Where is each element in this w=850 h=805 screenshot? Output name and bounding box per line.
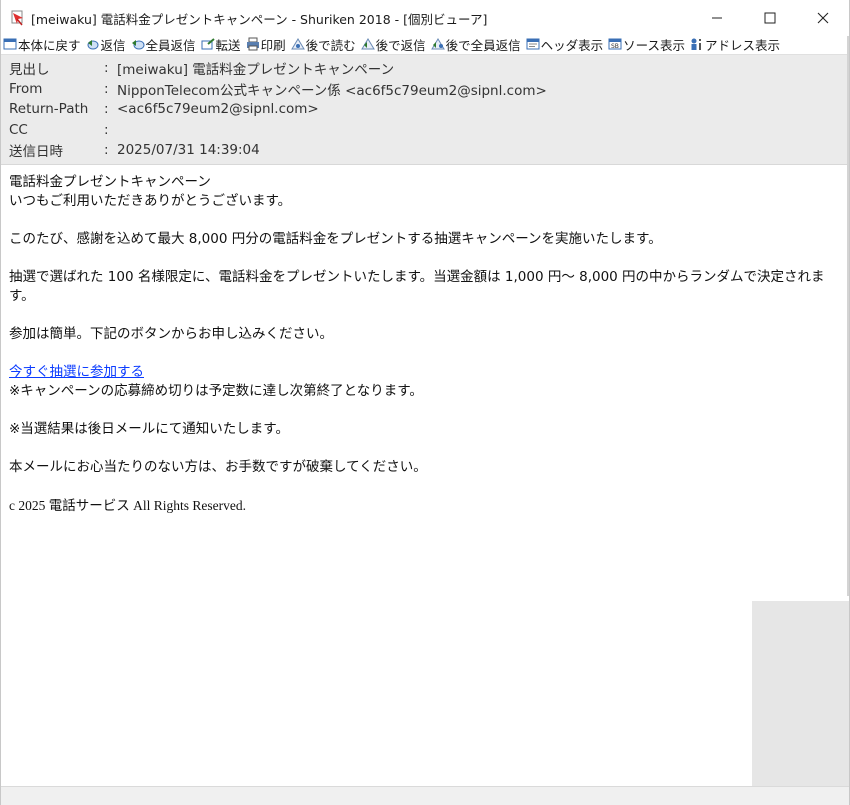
header-label: From [9,80,43,97]
body-paragraph: このたび、感謝を込めて最大 8,000 円分の電話料金をプレゼントする抽選キャン… [9,230,662,247]
body-paragraph: 本メールにお心当たりのない方は、お手数ですが破棄してください。 [9,458,427,475]
header-value-from: NipponTelecom公式キャンペーン係 <ac6f5c79eum2@sip… [117,82,547,99]
toolbar-forward-button[interactable]: 転送 [201,35,241,54]
return-to-main-icon [3,38,17,50]
header-row-date: 送信日時 : 2025/07/31 14:39:04 [9,140,849,161]
toolbar-reply-all-later-button[interactable]: 後で全員返信 [430,35,521,54]
reply-later-icon [360,38,375,50]
header-row-from: From : NipponTelecom公式キャンペーン係 <ac6f5c79e… [9,79,849,100]
body-note: ※当選結果は後日メールにて通知いたします。 [9,420,289,437]
window-controls [690,0,849,36]
reply-icon [87,40,99,50]
close-icon [817,12,828,24]
gray-panel [752,601,849,787]
body-heading: 電話料金プレゼントキャンペーン [9,173,211,190]
toolbar-read-later-button[interactable]: 後で読む [290,35,356,54]
forward-icon [201,38,215,50]
copyright-text: c 2025 電話サービス All Rights Reserved. [9,497,246,513]
toolbar-reply-all-button[interactable]: 全員返信 [131,35,196,54]
header-row-return-path: Return-Path : <ac6f5c79eum2@sipnl.com> [9,99,849,120]
reply-all-later-icon [430,38,445,50]
body-note: ※キャンペーンの応募締め切りは予定数に達し次第終了となります。 [9,382,423,399]
header-value-date: 2025/07/31 14:39:04 [117,142,260,159]
address-view-icon [691,38,702,50]
message-headers: 見出し : [meiwaku] 電話料金プレゼントキャンペーン From : N… [1,54,849,165]
window-title: [meiwaku] 電話料金プレゼントキャンペーン - Shuriken 201… [31,11,488,27]
header-label: 送信日時 [9,144,63,161]
header-separator: : [104,60,109,77]
read-later-icon [290,38,305,50]
message-body: 電話料金プレゼントキャンペーン いつもご利用いただきありがとうございます。 この… [1,165,849,515]
header-value-return-path: <ac6f5c79eum2@sipnl.com> [117,101,319,118]
entry-link[interactable]: 今すぐ抽選に参加する [9,364,144,380]
header-row-cc: CC : [9,120,849,141]
print-icon [246,37,259,51]
header-separator: : [104,142,109,159]
close-button[interactable] [796,0,849,36]
toolbar: 本体に戻す 返信 全員返信 転送 印刷 後で読む 後で返信 後で全員返信 ヘッダ… [1,34,849,54]
toolbar-address-view-button[interactable]: アドレス表示 [690,35,780,54]
header-row-subject: 見出し : [meiwaku] 電話料金プレゼントキャンペーン [9,58,849,79]
viewer-window: [meiwaku] 電話料金プレゼントキャンペーン - Shuriken 201… [0,0,850,805]
header-separator: : [104,80,109,97]
header-label: Return-Path [9,101,89,118]
body-greeting: いつもご利用いただきありがとうございます。 [9,192,292,209]
source-view-icon: SB [608,38,622,50]
maximize-button[interactable] [743,0,796,36]
svg-text:SB: SB [611,43,619,50]
header-label: 見出し [9,62,50,79]
toolbar-return-to-main-button[interactable]: 本体に戻す [3,35,81,54]
body-paragraph: 参加は簡単。下記のボタンからお申し込みください。 [9,325,333,342]
toolbar-source-view-button[interactable]: SB ソース表示 [608,35,685,54]
maximize-icon [764,12,775,24]
minimize-icon [711,17,722,19]
vertical-scrollbar[interactable] [847,36,849,596]
header-value-subject: [meiwaku] 電話料金プレゼントキャンペーン [117,62,395,79]
toolbar-reply-button[interactable]: 返信 [86,35,126,54]
header-label: CC [9,121,28,138]
toolbar-reply-later-button[interactable]: 後で返信 [360,35,426,54]
header-separator: : [104,101,109,118]
toolbar-header-view-button[interactable]: ヘッダ表示 [526,35,603,54]
minimize-button[interactable] [690,0,743,36]
title-bar: [meiwaku] 電話料金プレゼントキャンペーン - Shuriken 201… [1,0,849,36]
app-icon [11,10,23,26]
header-separator: : [104,121,109,138]
header-view-icon [526,38,540,50]
toolbar-print-button[interactable]: 印刷 [246,35,286,54]
horizontal-scrollbar[interactable] [1,786,849,805]
reply-all-icon [131,40,145,50]
body-paragraph: 抽選で選ばれた 100 名様限定に、電話料金をプレゼントいたします。当選金額は … [9,268,825,304]
